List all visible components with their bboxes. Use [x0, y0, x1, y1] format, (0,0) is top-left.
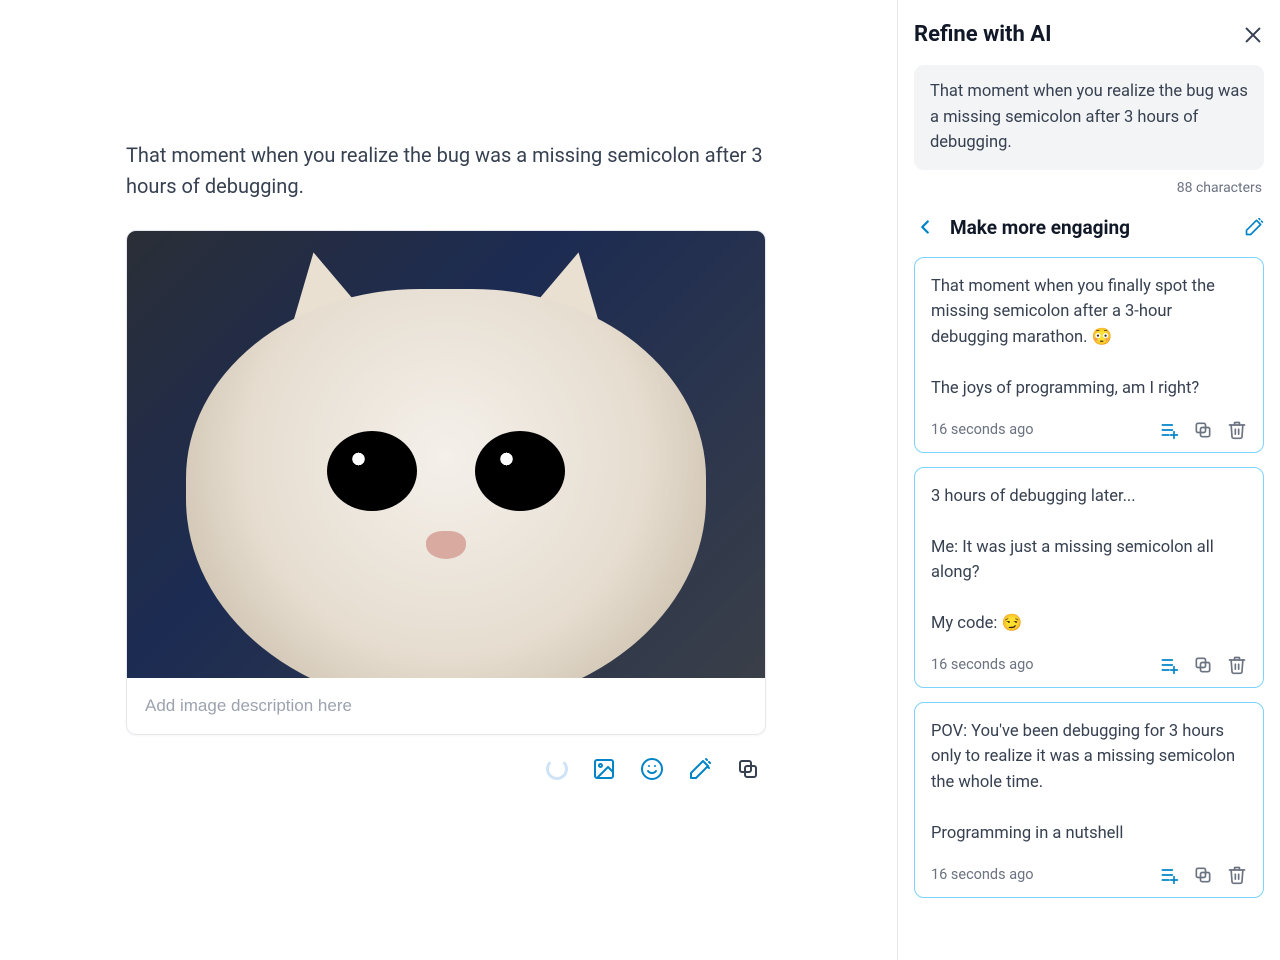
attached-image[interactable] [127, 231, 765, 678]
image-description-row [127, 678, 765, 734]
action-title: Make more engaging [950, 216, 1130, 239]
sidebar-header: Refine with AI [914, 22, 1264, 47]
sidebar-title: Refine with AI [914, 22, 1052, 47]
trash-icon[interactable] [1227, 420, 1247, 440]
magic-wand-icon[interactable] [688, 757, 712, 781]
composer-main: That moment when you realize the bug was… [0, 0, 897, 960]
suggestion-card[interactable]: 3 hours of debugging later... Me: It was… [914, 467, 1264, 688]
char-count: 88 characters [914, 180, 1262, 196]
suggestion-text: 3 hours of debugging later... Me: It was… [931, 484, 1247, 637]
copy-icon[interactable] [1193, 655, 1213, 675]
composer-toolbar [126, 757, 766, 781]
insert-icon[interactable] [1159, 865, 1179, 885]
image-description-input[interactable] [145, 696, 747, 716]
suggestion-time: 16 seconds ago [931, 656, 1034, 673]
suggestion-text: That moment when you finally spot the mi… [931, 274, 1247, 402]
insert-icon[interactable] [1159, 655, 1179, 675]
action-row: Make more engaging [914, 216, 1264, 239]
refine-sidebar: Refine with AI That moment when you real… [897, 0, 1280, 960]
attached-image-card [126, 230, 766, 735]
trash-icon[interactable] [1227, 655, 1247, 675]
chevron-left-icon[interactable] [914, 216, 936, 238]
original-text-box: That moment when you realize the bug was… [914, 65, 1264, 170]
image-icon[interactable] [592, 757, 616, 781]
copy-icon[interactable] [736, 757, 760, 781]
copy-icon[interactable] [1193, 420, 1213, 440]
copy-icon[interactable] [1193, 865, 1213, 885]
insert-icon[interactable] [1159, 420, 1179, 440]
emoji-icon[interactable] [640, 757, 664, 781]
suggestions-list: That moment when you finally spot the mi… [914, 257, 1264, 960]
regenerate-wand-icon[interactable] [1244, 217, 1264, 237]
close-icon[interactable] [1242, 24, 1264, 46]
suggestion-time: 16 seconds ago [931, 421, 1034, 438]
suggestion-text: POV: You've been debugging for 3 hours o… [931, 719, 1247, 847]
suggestion-card[interactable]: That moment when you finally spot the mi… [914, 257, 1264, 453]
suggestion-card[interactable]: POV: You've been debugging for 3 hours o… [914, 702, 1264, 898]
post-text: That moment when you realize the bug was… [126, 140, 766, 202]
suggestion-time: 16 seconds ago [931, 866, 1034, 883]
loading-spinner-icon [546, 758, 568, 780]
trash-icon[interactable] [1227, 865, 1247, 885]
